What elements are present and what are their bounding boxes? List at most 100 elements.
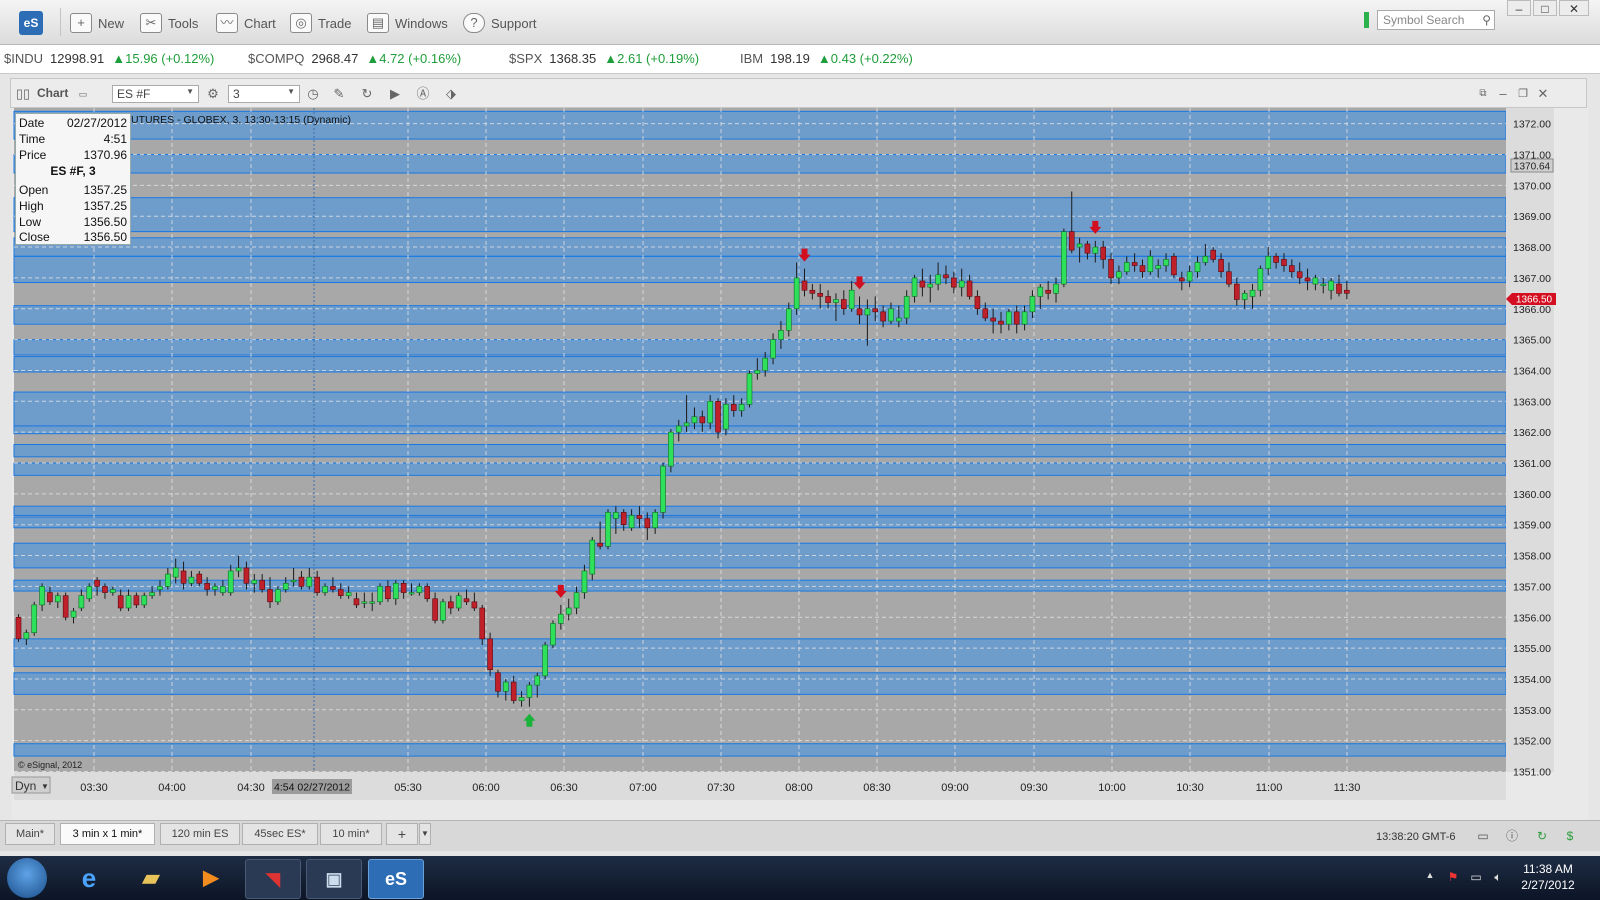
- candle-body: [982, 308, 989, 319]
- candle-body: [275, 589, 281, 603]
- candle-body: [180, 570, 187, 584]
- candle-body: [94, 579, 100, 587]
- candle-body: [47, 592, 53, 603]
- candle-body: [23, 632, 30, 640]
- media-player-icon[interactable]: ▶: [184, 859, 238, 897]
- candle-body: [699, 416, 706, 424]
- price-tick-label: 1364.00: [1513, 365, 1551, 377]
- candle-body: [974, 296, 981, 310]
- candle-body: [1123, 262, 1130, 273]
- price-tick-label: 1351.00: [1513, 767, 1551, 779]
- date-label: Date: [19, 116, 45, 130]
- time-tick-label: 09:30: [1020, 782, 1048, 794]
- tab-list-dropdown[interactable]: ▼: [419, 823, 431, 845]
- chat-icon[interactable]: ▭: [1475, 828, 1491, 844]
- candle-body: [1218, 259, 1224, 273]
- show-hidden-icons-icon[interactable]: ▲: [1422, 870, 1438, 886]
- chevron-down-icon: ▼: [41, 782, 49, 791]
- candle-body: [1068, 231, 1075, 251]
- candle-body: [353, 598, 360, 606]
- tab-120min-es[interactable]: 120 min ES: [160, 823, 240, 845]
- trading-app-icon[interactable]: ◥: [245, 859, 301, 899]
- file-explorer-icon[interactable]: ▰: [124, 859, 178, 897]
- candle-body: [1328, 280, 1334, 291]
- candle-body: [896, 317, 902, 322]
- candle-body: [628, 515, 635, 529]
- candle-body: [408, 592, 415, 595]
- candle-body: [369, 601, 376, 604]
- candle-body: [565, 607, 572, 615]
- windows-start-button[interactable]: [7, 858, 47, 898]
- candle-body: [668, 431, 674, 467]
- tab-45sec-es[interactable]: 45sec ES*: [242, 823, 318, 845]
- crosshair-price-label: 1370.64: [1514, 162, 1551, 173]
- candle-body: [644, 518, 651, 529]
- candle-body: [1210, 249, 1217, 260]
- tab-10min[interactable]: 10 min*: [320, 823, 382, 845]
- high-value: 1357.25: [83, 199, 127, 213]
- candle-body: [848, 289, 855, 310]
- candle-body: [125, 595, 132, 609]
- esignal-taskbar-button[interactable]: eS: [368, 859, 424, 899]
- candle-body: [683, 422, 690, 427]
- candle-body: [1100, 246, 1106, 260]
- candle-body: [1281, 259, 1287, 266]
- price-tick-label: 1357.00: [1513, 581, 1551, 593]
- candle-body: [943, 274, 949, 279]
- candle-body: [1076, 243, 1083, 248]
- tab-3min-x-1min[interactable]: 3 min x 1 min*: [60, 823, 155, 845]
- candle-body: [526, 684, 533, 698]
- dyn-label: Dyn: [15, 779, 36, 793]
- candle-body: [447, 601, 454, 609]
- candle-body: [62, 595, 69, 618]
- candle-body: [840, 299, 847, 310]
- candle-body: [440, 601, 446, 621]
- price-axis: [1506, 108, 1554, 772]
- candle-body: [927, 283, 934, 288]
- candle-body: [1013, 311, 1020, 325]
- refresh-icon[interactable]: ↻: [1534, 828, 1550, 844]
- candle-body: [1092, 246, 1099, 254]
- time-tick-label: 10:30: [1176, 782, 1204, 794]
- tab-main[interactable]: Main*: [5, 823, 55, 845]
- candle-body: [715, 400, 721, 433]
- candle-body: [86, 586, 93, 600]
- time-tick-label: 05:30: [394, 782, 422, 794]
- high-label: High: [19, 199, 44, 213]
- candle-body: [534, 675, 541, 686]
- candle-body: [282, 583, 289, 590]
- action-center-icon[interactable]: ⚑: [1445, 870, 1461, 886]
- candle-body: [864, 308, 871, 316]
- internet-explorer-icon[interactable]: e: [62, 859, 116, 897]
- candle-body: [817, 293, 824, 297]
- candle-body: [510, 681, 517, 701]
- candle-body: [1163, 259, 1169, 266]
- network-icon[interactable]: ▭: [1468, 870, 1484, 886]
- candle-body: [1186, 271, 1193, 282]
- candle-body: [660, 465, 666, 513]
- date-value: 02/27/2012: [66, 116, 127, 130]
- candle-body: [1108, 259, 1114, 279]
- candle-body: [958, 280, 965, 288]
- info-icon[interactable]: ⓘ: [1504, 828, 1520, 844]
- support-resistance-band: [13, 516, 1507, 529]
- price-tick-label: 1362.00: [1513, 427, 1551, 439]
- candle-body: [1147, 256, 1154, 273]
- candle-body: [1131, 262, 1138, 266]
- candle-body: [1194, 262, 1201, 273]
- candle-body: [1029, 296, 1036, 313]
- candle-body: [1296, 271, 1303, 279]
- computer-app-icon[interactable]: ▣: [306, 859, 362, 899]
- taskbar-clock[interactable]: 11:38 AM 2/27/2012: [1503, 861, 1593, 893]
- candle-body: [471, 601, 478, 609]
- add-tab-button[interactable]: +: [386, 823, 418, 845]
- currency-icon[interactable]: $: [1562, 828, 1578, 844]
- candle-body: [172, 567, 179, 578]
- price-tick-label: 1365.00: [1513, 335, 1551, 347]
- candle-body: [723, 404, 729, 430]
- page-tabs-bar: Main* 3 min x 1 min* 120 min ES 45sec ES…: [0, 820, 1600, 851]
- candle-body: [1304, 277, 1311, 282]
- price-chart[interactable]: 1351.00 1352.00 1353.00 1354.00 1355.00 1356.…: [0, 0, 1600, 820]
- candle-body: [1241, 293, 1248, 300]
- time-tick-label: 09:00: [941, 782, 969, 794]
